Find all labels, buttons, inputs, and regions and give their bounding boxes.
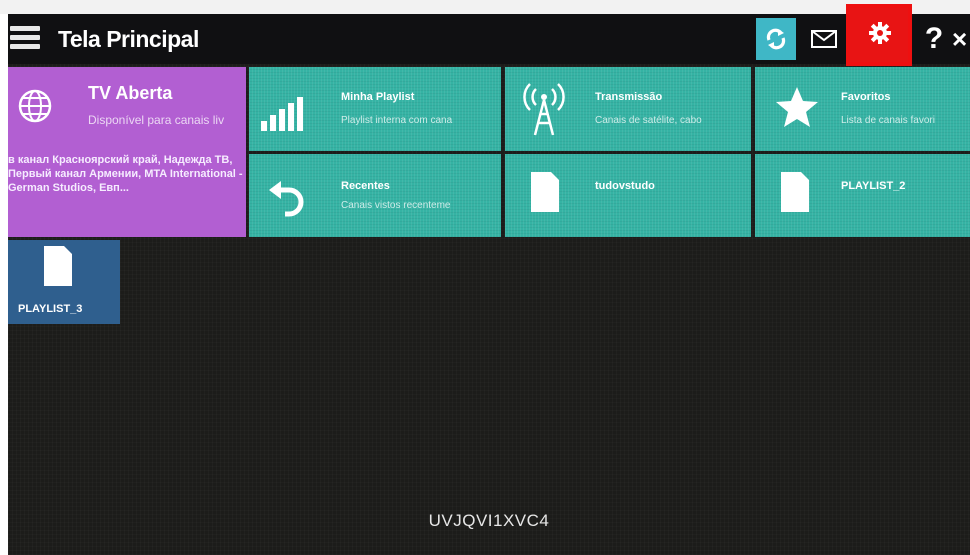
tile-tv-aberta-title: TV Aberta — [88, 83, 173, 103]
file-icon — [44, 246, 72, 286]
refresh-button[interactable] — [756, 18, 796, 60]
star-icon — [776, 87, 818, 127]
page-title: Tela Principal — [58, 26, 199, 52]
tile-playlist-3-title: PLAYLIST_3 — [18, 303, 83, 315]
tile-recentes[interactable]: Recentes Canais vistos recenteme — [249, 154, 501, 237]
tile-favoritos-title: Favoritos — [841, 91, 891, 103]
tile-transmissao[interactable]: Transmissão Canais de satélite, cabo — [505, 67, 751, 151]
tile-minha-playlist[interactable]: Minha Playlist Playlist interna com cana — [249, 67, 501, 151]
tile-favoritos[interactable]: Favoritos Lista de canais favori — [755, 67, 970, 151]
tile-recentes-title: Recentes — [341, 180, 390, 192]
top-bar: Tela Principal ? × — [8, 4, 970, 66]
tile-tudovstudo-title: tudovstudo — [595, 180, 655, 192]
globe-icon — [18, 89, 52, 123]
mail-icon — [811, 30, 837, 48]
gear-icon — [869, 22, 891, 44]
tile-tudovstudo[interactable]: tudovstudo — [505, 154, 751, 237]
tile-minha-playlist-subtitle: Playlist interna com cana — [341, 115, 453, 126]
tile-tv-aberta[interactable]: TV Aberta Disponível para canais liv в к… — [8, 67, 246, 237]
monitor-bezel — [0, 0, 970, 14]
tile-tv-aberta-channels: в канал Красноярский край, Надежда ТВ, П… — [8, 154, 243, 194]
settings-button[interactable] — [848, 4, 912, 62]
close-button[interactable]: × — [952, 18, 970, 60]
tile-transmissao-title: Transmissão — [595, 91, 663, 103]
tile-transmissao-subtitle: Canais de satélite, cabo — [595, 115, 702, 126]
signal-bars-icon — [261, 97, 303, 131]
tile-playlist-3[interactable]: PLAYLIST_3 — [8, 240, 120, 324]
help-button[interactable]: ? — [914, 18, 954, 60]
tile-playlist-2[interactable]: PLAYLIST_2 — [755, 154, 970, 237]
antenna-icon — [523, 83, 565, 136]
mail-button[interactable] — [804, 18, 844, 60]
hamburger-icon[interactable] — [10, 26, 40, 52]
tile-minha-playlist-title: Minha Playlist — [341, 91, 415, 103]
tv-screen: Tela Principal ? × TV Aberta Disponível … — [8, 4, 970, 555]
back-arrow-icon — [269, 181, 304, 217]
refresh-icon — [766, 28, 786, 50]
tile-tv-aberta-subtitle: Disponível para canais liv — [88, 113, 225, 127]
device-code: UVJQVI1XVC4 — [428, 511, 550, 530]
tile-playlist-2-title: PLAYLIST_2 — [841, 180, 906, 192]
tile-favoritos-subtitle: Lista de canais favori — [841, 115, 935, 126]
file-icon — [531, 172, 559, 212]
tile-recentes-subtitle: Canais vistos recenteme — [341, 200, 451, 211]
file-icon — [781, 172, 809, 212]
